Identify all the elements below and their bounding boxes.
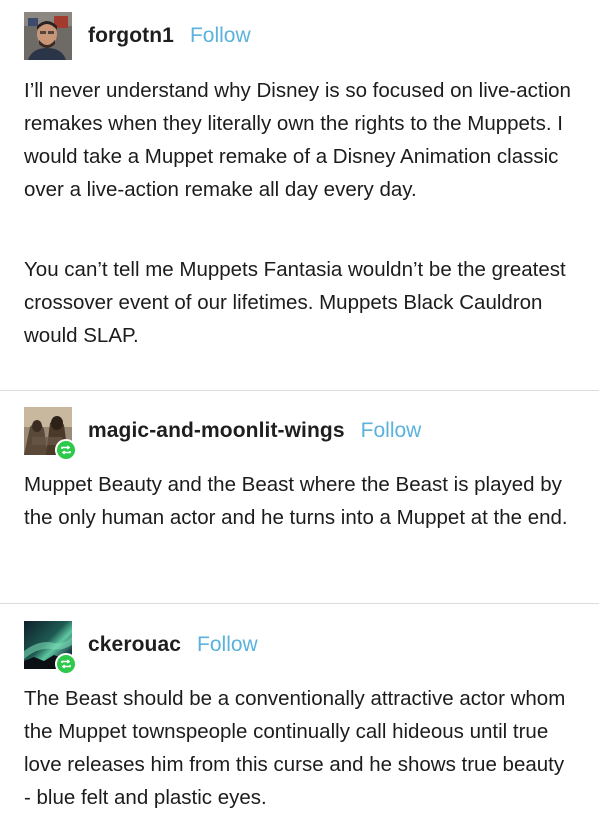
post-paragraph: I’ll never understand why Disney is so f… [24,79,571,201]
post-paragraph: Muppet Beauty and the Beast where the Be… [24,473,568,529]
reblog-icon [61,659,71,669]
post-header: forgotn1 Follow [24,12,251,60]
reblog-badge [55,439,77,461]
username[interactable]: forgotn1 [88,24,174,48]
post-header: ckerouac Follow [24,621,258,675]
avatar[interactable] [24,12,72,60]
follow-button[interactable]: Follow [197,633,258,657]
follow-button[interactable]: Follow [361,419,422,443]
avatar[interactable] [24,621,77,675]
username[interactable]: magic-and-moonlit-wings [88,419,345,443]
post-header: magic-and-moonlit-wings Follow [24,407,422,461]
post-magic-and-moonlit-wings: magic-and-moonlit-wings Follow Muppet Be… [0,391,599,603]
avatar-image [24,12,72,60]
post-paragraph: The Beast should be a conventionally att… [24,687,566,809]
username[interactable]: ckerouac [88,633,181,657]
post-forgotn1: forgotn1 Follow I’ll never understand wh… [0,0,599,390]
reblog-icon [61,445,71,455]
avatar[interactable] [24,407,77,461]
post-ckerouac: ckerouac Follow The Beast should be a co… [0,604,599,825]
post-paragraph: You can’t tell me Muppets Fantasia would… [24,258,566,347]
reblog-badge [55,653,77,675]
follow-button[interactable]: Follow [190,24,251,48]
